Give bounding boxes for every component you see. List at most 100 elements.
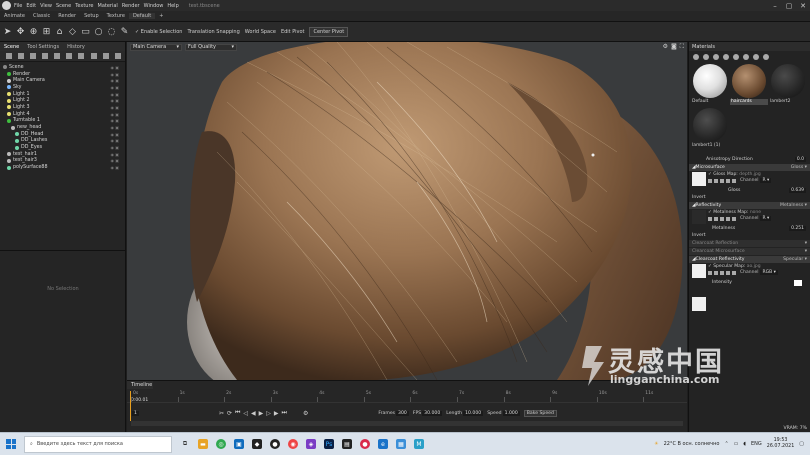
reflectivity-header[interactable]: ◢ Reflectivity Metalness ▾	[689, 202, 810, 209]
intensity-color-swatch[interactable]	[794, 279, 802, 286]
rotate-icon[interactable]: ⊕	[28, 26, 39, 37]
map-file-icon[interactable]	[714, 178, 718, 183]
map-refresh-icon[interactable]	[726, 216, 730, 221]
material-thumbnail[interactable]: Default	[691, 64, 729, 105]
new-material-icon[interactable]	[693, 53, 699, 60]
tab-texture[interactable]: Texture	[103, 13, 129, 19]
scene-tree-item[interactable]: Sky ◉ ▣	[0, 84, 125, 91]
photoshop-icon[interactable]: Ps	[324, 439, 334, 449]
scene-tree-item[interactable]: Light 2 ◉ ▣	[0, 97, 125, 104]
invert-checkbox[interactable]: Invert	[692, 195, 706, 200]
microsurface-header[interactable]: ◢ Microsurface Gloss ▾	[689, 164, 810, 171]
add-group-icon[interactable]	[78, 53, 84, 59]
add-fog-icon[interactable]	[66, 53, 72, 59]
map-refresh-icon[interactable]	[726, 178, 730, 183]
visibility-lock-icon[interactable]: ◉ ▣	[110, 112, 119, 117]
timeline-playhead[interactable]	[130, 391, 131, 421]
next-key-icon[interactable]: ▶	[274, 410, 279, 417]
material-thumbnail[interactable]: lambert1 (1)	[691, 108, 729, 149]
scene-tree-item[interactable]: Main Camera ◉ ▣	[0, 77, 125, 84]
app-purple-icon[interactable]: ◈	[306, 439, 316, 449]
scene-tree-item[interactable]: Light 3 ◉ ▣	[0, 104, 125, 111]
camera-icon[interactable]: ⌂	[54, 26, 65, 37]
language-indicator[interactable]: ENG	[751, 441, 762, 447]
camera-select[interactable]: Main Camera ▾	[130, 43, 182, 51]
map-gear-icon[interactable]	[708, 270, 712, 275]
speed-field[interactable]: 1.000	[502, 410, 520, 416]
prev-frame-icon[interactable]: ◀	[251, 410, 256, 417]
microsurface-mode-select[interactable]: Gloss ▾	[791, 165, 807, 170]
edit-pivot-button[interactable]: Edit Pivot	[281, 29, 305, 35]
viewport-maximize-icon[interactable]: ⛶	[680, 43, 684, 51]
visibility-lock-icon[interactable]: ◉ ▣	[110, 105, 119, 110]
record-icon[interactable]: ⟳	[227, 410, 232, 417]
play-icon[interactable]: ▶	[259, 410, 264, 417]
move-icon[interactable]: ✥	[15, 26, 26, 37]
notifications-icon[interactable]: ▢	[799, 441, 804, 447]
map-thumbnail[interactable]	[692, 296, 706, 311]
map-refresh-icon[interactable]	[726, 270, 730, 275]
scene-tree-item[interactable]: Scene ◉ ▣	[0, 64, 125, 71]
tab-animate[interactable]: Animate	[0, 13, 29, 19]
app-red-icon[interactable]: ●	[360, 439, 370, 449]
map-edit-icon[interactable]	[720, 178, 724, 183]
loop-icon[interactable]: ✂	[219, 410, 224, 417]
map-clear-icon[interactable]	[732, 178, 736, 183]
lasso-icon[interactable]: ◌	[106, 26, 117, 37]
app-edge-icon[interactable]: e	[378, 439, 388, 449]
taskbar-clock[interactable]: 19:53 26.07.2021	[767, 438, 794, 450]
scene-tree-item[interactable]: Render ◉ ▣	[0, 71, 125, 78]
tab-classic[interactable]: Classic	[29, 13, 54, 19]
map-gear-icon[interactable]	[708, 216, 712, 221]
scene-tree-item[interactable]: polySurface88 ◉ ▣	[0, 164, 125, 171]
gloss-value[interactable]: 0.639	[789, 188, 806, 193]
visibility-lock-icon[interactable]: ◉ ▣	[110, 152, 119, 157]
start-frame-field[interactable]: 1	[132, 410, 139, 416]
menu-render[interactable]: Render	[122, 3, 140, 9]
menu-help[interactable]: Help	[167, 3, 178, 9]
fps-field[interactable]: 30.000	[422, 410, 443, 416]
prev-key-icon[interactable]: ◁	[243, 410, 248, 417]
visibility-lock-icon[interactable]: ◉ ▣	[110, 138, 119, 143]
reflectivity-mode-select[interactable]: Metalness ▾	[780, 203, 807, 208]
frames-field[interactable]: 300	[396, 410, 409, 416]
tab-history[interactable]: History	[63, 44, 89, 50]
scene-tree-item[interactable]: test_hair1 ◉ ▣	[0, 151, 125, 158]
delete-icon[interactable]	[743, 53, 749, 60]
menu-material[interactable]: Material	[98, 3, 118, 9]
gloss-map-thumbnail[interactable]	[692, 172, 706, 186]
close-icon[interactable]: ✕	[796, 2, 810, 10]
specular-channel-select[interactable]: RGB ▾	[760, 270, 778, 275]
tab-add[interactable]: +	[155, 13, 167, 19]
scene-tree-item[interactable]: Light 1 ◉ ▣	[0, 91, 125, 98]
menu-scene[interactable]: Scene	[56, 3, 71, 9]
material-thumbnail[interactable]: haircards	[730, 64, 768, 105]
map-clear-icon[interactable]	[732, 216, 736, 221]
visibility-lock-icon[interactable]: ◉ ▣	[110, 132, 119, 137]
library-icon[interactable]	[753, 53, 759, 60]
visibility-lock-icon[interactable]: ◉ ▣	[110, 78, 119, 83]
visibility-lock-icon[interactable]: ◉ ▣	[110, 65, 119, 70]
viewport[interactable]	[127, 42, 687, 380]
map-file-icon[interactable]	[714, 270, 718, 275]
tray-chevron-icon[interactable]: ⌃	[724, 441, 728, 447]
enable-selection-checkbox[interactable]: ✓ Enable Selection	[135, 29, 182, 35]
world-space-toggle[interactable]: World Space	[245, 29, 276, 35]
scene-tree-item[interactable]: DD_Lashes ◉ ▣	[0, 138, 125, 145]
add-object-icon[interactable]	[30, 53, 36, 59]
select-arrow-icon[interactable]: ➤	[2, 26, 13, 37]
next-frame-icon[interactable]: ▷	[266, 410, 271, 417]
map-clear-icon[interactable]	[732, 270, 736, 275]
menu-view[interactable]: View	[40, 3, 52, 9]
windows-start-icon[interactable]	[6, 439, 16, 449]
tab-scene[interactable]: Scene	[0, 44, 23, 50]
specular-map-thumbnail[interactable]	[692, 264, 706, 278]
tab-render[interactable]: Render	[54, 13, 80, 19]
visibility-lock-icon[interactable]: ◉ ▣	[110, 72, 119, 77]
visibility-lock-icon[interactable]: ◉ ▣	[110, 92, 119, 97]
rect-select-icon[interactable]: ▭	[80, 26, 91, 37]
circle-select-icon[interactable]: ○	[93, 26, 104, 37]
scale-icon[interactable]: ⊞	[41, 26, 52, 37]
center-pivot-button[interactable]: Center Pivot	[309, 26, 349, 37]
settings-icon[interactable]	[763, 53, 769, 60]
